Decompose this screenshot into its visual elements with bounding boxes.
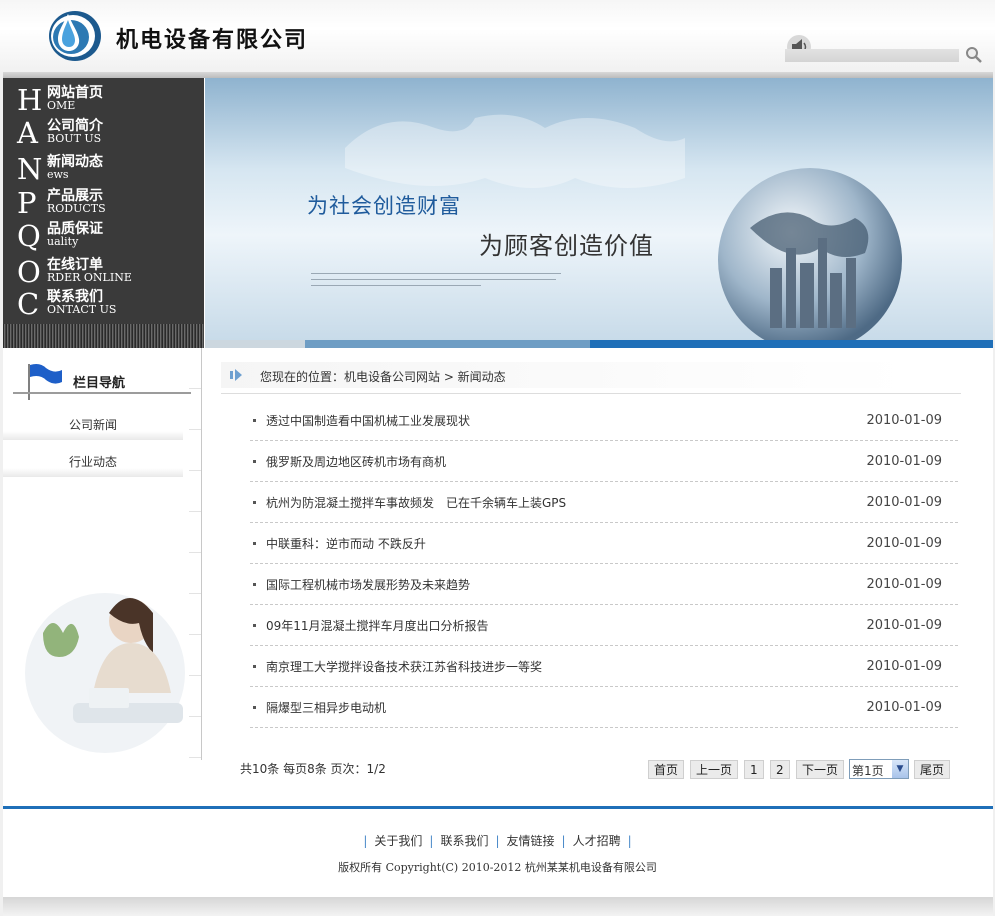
footer-link-jobs[interactable]: 人才招聘 xyxy=(573,834,621,848)
last-page-button[interactable]: 尾页 xyxy=(914,760,951,779)
chevron-down-icon: ▼ xyxy=(892,760,908,778)
footer-link-contact[interactable]: 联系我们 xyxy=(440,834,488,848)
nav-sublabel: uality xyxy=(47,235,79,248)
hero-banner: 为社会创造财富 为顾客创造价值 xyxy=(205,78,993,340)
page-select-value: 第1页 xyxy=(852,764,884,778)
news-title-link[interactable]: 透过中国制造看中国机械工业发展现状 xyxy=(266,412,470,429)
news-title-link[interactable]: 俄罗斯及周边地区砖机市场有商机 xyxy=(266,453,446,470)
first-page-button[interactable]: 首页 xyxy=(648,760,685,779)
prev-page-button[interactable]: 上一页 xyxy=(690,760,739,779)
footer-links: | 关于我们 | 联系我们 | 友情链接 | 人才招聘 | xyxy=(0,832,995,849)
separator: | xyxy=(561,834,566,848)
news-date: 2010-01-09 xyxy=(866,495,942,510)
page-2-button[interactable]: 2 xyxy=(770,760,790,779)
banner-bottom-bar-segment xyxy=(305,340,590,348)
bullet-icon xyxy=(253,460,256,463)
footer-divider xyxy=(3,806,993,809)
bullet-icon xyxy=(253,419,256,422)
separator: | xyxy=(627,834,632,848)
fine-print-lines xyxy=(311,273,561,286)
copyright: 版权所有 Copyright(C) 2010-2012 杭州某某机电设备有限公司 xyxy=(338,861,657,874)
list-item: 透过中国制造看中国机械工业发展现状 2010-01-09 xyxy=(250,400,958,441)
bullet-icon xyxy=(253,665,256,668)
bullet-icon xyxy=(253,706,256,709)
separator: | xyxy=(363,834,368,848)
nav-sublabel: RODUCTS xyxy=(47,202,106,215)
list-item: 杭州为防混凝土搅拌车事故频发 已在千余辆车上装GPS 2010-01-09 xyxy=(250,482,958,523)
customer-service-image xyxy=(25,593,185,753)
banner-slogan-2: 为顾客创造价值 xyxy=(479,232,654,260)
sidebar-link-industry-news[interactable]: 行业动态 xyxy=(3,447,183,477)
nav-letter: N xyxy=(17,152,43,186)
news-title-link[interactable]: 隔爆型三相异步电动机 xyxy=(266,699,386,716)
news-date: 2010-01-09 xyxy=(866,413,942,428)
sidebar-title-underline xyxy=(13,392,191,394)
search-icon[interactable] xyxy=(965,46,983,64)
bullet-icon xyxy=(253,501,256,504)
left-sidebar: 栏目导航 公司新闻 行业动态 xyxy=(3,348,202,760)
nav-letter: A xyxy=(17,116,38,150)
nav-letter: C xyxy=(17,287,40,321)
list-item: 09年11月混凝土搅拌车月度出口分析报告 2010-01-09 xyxy=(250,605,958,646)
footer-link-about[interactable]: 关于我们 xyxy=(374,834,422,848)
news-list: 透过中国制造看中国机械工业发展现状 2010-01-09 俄罗斯及周边地区砖机市… xyxy=(250,400,960,728)
separator: | xyxy=(495,834,500,848)
banner-slogan-1: 为社会创造财富 xyxy=(307,194,461,218)
bullet-icon xyxy=(253,542,256,545)
news-title-link[interactable]: 国际工程机械市场发展形势及未来趋势 xyxy=(266,576,470,593)
list-item: 中联重科：逆市而动 不跌反升 2010-01-09 xyxy=(250,523,958,564)
nav-decoration xyxy=(3,324,204,348)
breadcrumb: 您现在的位置：机电设备公司网站 > 新闻动态 xyxy=(260,370,506,384)
news-date: 2010-01-09 xyxy=(866,700,942,715)
nav-sublabel: ews xyxy=(47,168,69,181)
news-title-link[interactable]: 南京理工大学搅拌设备技术获江苏省科技进步一等奖 xyxy=(266,658,542,675)
bottom-bar xyxy=(3,897,993,916)
news-title-link[interactable]: 杭州为防混凝土搅拌车事故频发 已在千余辆车上装GPS xyxy=(266,494,566,511)
page-1-button[interactable]: 1 xyxy=(744,760,764,779)
pager-info: 共10条 每页8条 页次：1/2 xyxy=(240,762,386,776)
list-item: 南京理工大学搅拌设备技术获江苏省科技进步一等奖 2010-01-09 xyxy=(250,646,958,687)
next-page-button[interactable]: 下一页 xyxy=(796,760,845,779)
search-input[interactable] xyxy=(785,49,959,62)
news-date: 2010-01-09 xyxy=(866,536,942,551)
nav-sublabel: RDER ONLINE xyxy=(47,271,132,284)
breadcrumb-divider xyxy=(221,393,961,394)
banner-fine-print xyxy=(311,273,571,296)
nav-sublabel: BOUT US xyxy=(47,132,102,145)
sidebar-divider xyxy=(189,348,201,760)
separator: | xyxy=(429,834,434,848)
news-date: 2010-01-09 xyxy=(866,618,942,633)
footer-link-friends[interactable]: 友情链接 xyxy=(507,834,555,848)
news-date: 2010-01-09 xyxy=(866,577,942,592)
news-date: 2010-01-09 xyxy=(866,454,942,469)
globe-graphic xyxy=(718,168,902,340)
nav-letter: P xyxy=(17,186,37,220)
nav-letter: Q xyxy=(17,219,41,253)
nav-sublabel: ONTACT US xyxy=(47,303,117,316)
news-date: 2010-01-09 xyxy=(866,659,942,674)
main-nav: H 网站首页 OME A 公司简介 BOUT US N 新闻动态 ews P 产… xyxy=(3,78,204,348)
bullet-icon xyxy=(253,624,256,627)
news-title-link[interactable]: 中联重科：逆市而动 不跌反升 xyxy=(266,535,426,552)
site-header: 机电设备有限公司 xyxy=(0,0,995,72)
nav-letter: O xyxy=(17,255,41,289)
arrow-right-icon xyxy=(230,369,242,381)
page-select[interactable]: 第1页 ▼ xyxy=(849,759,909,779)
nav-sublabel: OME xyxy=(47,99,76,112)
company-name: 机电设备有限公司 xyxy=(116,27,309,53)
sidebar-title: 栏目导航 xyxy=(73,376,126,391)
list-item: 俄罗斯及周边地区砖机市场有商机 2010-01-09 xyxy=(250,441,958,482)
list-item: 隔爆型三相异步电动机 2010-01-09 xyxy=(250,687,958,728)
sidebar-link-company-news[interactable]: 公司新闻 xyxy=(3,410,183,440)
nav-letter: H xyxy=(17,83,43,117)
flag-icon xyxy=(28,364,62,400)
news-title-link[interactable]: 09年11月混凝土搅拌车月度出口分析报告 xyxy=(266,617,489,634)
banner-bottom-bar-segment xyxy=(205,340,305,348)
list-item: 国际工程机械市场发展形势及未来趋势 2010-01-09 xyxy=(250,564,958,605)
company-logo-icon xyxy=(49,11,101,61)
bullet-icon xyxy=(253,583,256,586)
